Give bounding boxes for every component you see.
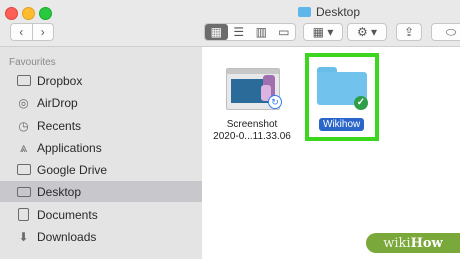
sync-icon: ↻ [268,95,282,109]
action-menu-button[interactable]: ⚙ ▾ [347,23,387,41]
titlebar: Desktop ‹ › ▦ ☰ ▥ ▭ ▦ ▾ ⚙ ▾ ⇪ ⬭ [0,0,460,47]
sidebar-item-label: Recents [37,118,82,133]
minimize-window-button[interactable] [22,7,35,20]
desktop-icon [16,185,31,198]
sidebar-section-favourites: Favourites [9,57,56,68]
sidebar-item-label: AirDrop [37,95,78,110]
wikihow-folder-name[interactable]: Wikihow [319,118,365,131]
sidebar-item-documents[interactable]: Documents [0,204,202,225]
file-name-line-2: 2020-0...11.33.06 [213,131,291,142]
back-button[interactable]: ‹ [11,24,32,40]
sidebar-item-label: Applications [37,140,102,155]
sidebar-item-label: Dropbox [37,73,83,88]
sidebar-item-label: Downloads [37,229,97,244]
sidebar-item-recents[interactable]: ◷ Recents [0,115,202,136]
airdrop-icon: ◎ [18,95,29,110]
group-by-button[interactable]: ▦ ▾ [303,23,343,41]
sidebar-item-label: Google Drive [37,162,108,177]
finder-window: Desktop ‹ › ▦ ☰ ▥ ▭ ▦ ▾ ⚙ ▾ ⇪ ⬭ Favourit… [0,0,460,259]
sidebar-item-google-drive[interactable]: Google Drive [0,159,202,180]
screenshot-file-name[interactable]: Screenshot 2020-0...11.33.06 [206,119,298,143]
view-mode-control: ▦ ☰ ▥ ▭ [204,23,296,41]
document-icon [16,208,31,221]
sidebar-item-downloads[interactable]: ⬇ Downloads [0,226,202,247]
close-window-button[interactable] [5,7,18,20]
folder-icon [16,74,31,87]
thumbnail-titlebar [227,69,279,74]
list-view-button[interactable]: ☰ [228,24,251,40]
sidebar-item-applications[interactable]: ⩓ Applications [0,137,202,158]
zoom-window-button[interactable] [39,7,52,20]
folder-icon [16,163,31,176]
sidebar-item-airdrop[interactable]: ◎ AirDrop [0,92,202,113]
sidebar-item-label: Desktop [37,184,82,199]
download-icon: ⬇ [18,229,29,244]
forward-button[interactable]: › [32,24,53,40]
checkmark-icon: ✓ [354,96,368,110]
applications-icon: ⩓ [19,139,28,155]
folder-icon [298,7,311,17]
watermark-suffix: How [410,235,443,251]
watermark-prefix: wiki [383,235,411,251]
back-forward-control: ‹ › [10,23,54,41]
gallery-view-button[interactable]: ▭ [273,24,296,40]
clock-icon: ◷ [18,118,29,133]
column-view-button[interactable]: ▥ [250,24,273,40]
sidebar-item-dropbox[interactable]: Dropbox [0,70,202,91]
window-title: Desktop [298,4,360,20]
sidebar-item-desktop[interactable]: Desktop [0,181,202,202]
window-title-text: Desktop [316,5,361,19]
file-name-line-1: Screenshot [226,119,278,130]
sidebar-item-label: Documents [37,207,98,222]
share-button[interactable]: ⇪ [396,23,422,41]
wikihow-watermark: wiki How [366,233,460,253]
icon-view-button[interactable]: ▦ [205,24,228,40]
tag-button[interactable]: ⬭ [431,23,460,41]
file-area: ↻ Screenshot 2020-0...11.33.06 ✓ Wikihow [202,47,460,259]
